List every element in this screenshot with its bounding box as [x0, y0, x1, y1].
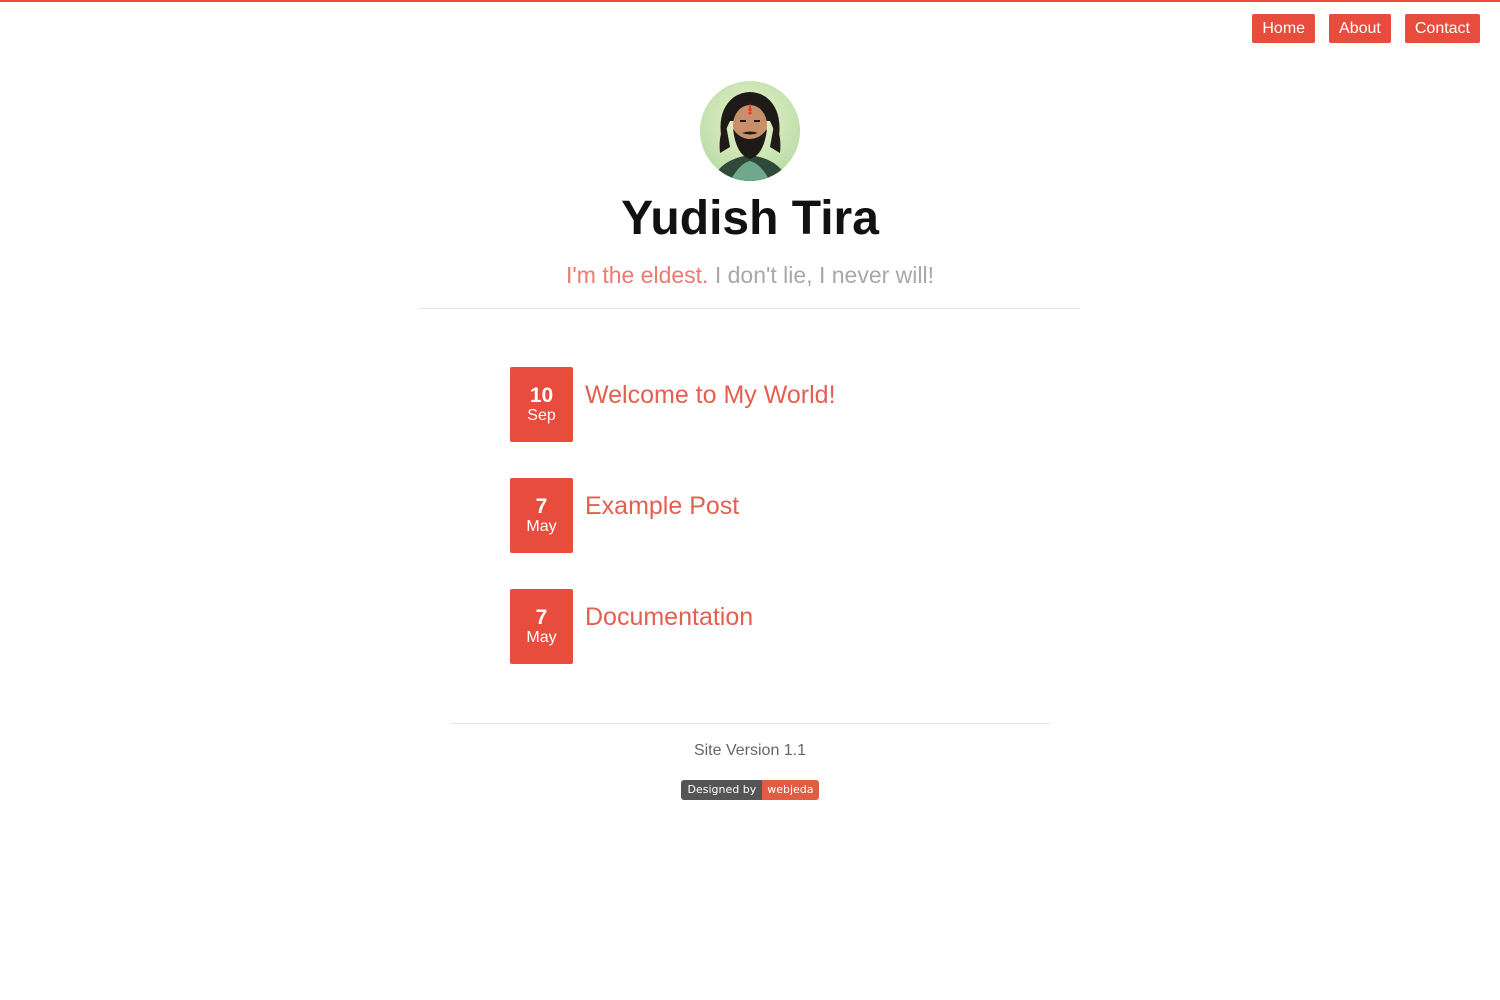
post-date-month: May	[526, 517, 557, 535]
tagline-accent: I'm the eldest.	[565, 262, 709, 288]
post-date-badge: 7 May	[510, 589, 573, 664]
header-divider	[420, 308, 1080, 309]
avatar-portrait-image	[700, 81, 800, 181]
post-date-month: Sep	[527, 406, 556, 424]
list-item: 7 May Documentation	[510, 589, 1010, 664]
nav-home-button[interactable]: Home	[1252, 14, 1316, 43]
site-version: Site Version 1.1	[693, 742, 807, 759]
post-title-link[interactable]: Documentation	[585, 603, 753, 632]
avatar	[700, 81, 800, 181]
badge-label: Designed by	[681, 780, 763, 800]
post-date-day: 7	[535, 605, 548, 629]
tagline: I'm the eldest. I don't lie, I never wil…	[0, 261, 1500, 289]
post-title-link[interactable]: Example Post	[585, 492, 739, 521]
list-item: 10 Sep Welcome to My World!	[510, 367, 1010, 442]
badge-value: webjeda	[762, 780, 819, 800]
post-date-badge: 10 Sep	[510, 367, 573, 442]
list-item: 7 May Example Post	[510, 478, 1010, 553]
top-nav: Home About Contact	[1252, 14, 1480, 43]
tagline-rest: I don't lie, I never will!	[714, 262, 934, 288]
post-date-day: 7	[535, 494, 548, 518]
post-date-badge: 7 May	[510, 478, 573, 553]
site-header: Yudish Tira I'm the eldest. I don't lie,…	[0, 81, 1500, 289]
nav-about-button[interactable]: About	[1329, 14, 1391, 43]
footer-divider	[450, 723, 1050, 724]
site-title: Yudish Tira	[621, 192, 879, 245]
site-footer: Site Version 1.1 Designed by webjeda	[0, 741, 1500, 800]
post-date-day: 10	[529, 383, 554, 407]
nav-contact-button[interactable]: Contact	[1404, 14, 1480, 43]
post-title-link[interactable]: Welcome to My World!	[585, 381, 836, 410]
top-accent-bar	[0, 0, 1500, 2]
designed-by-badge[interactable]: Designed by webjeda	[681, 780, 819, 800]
post-list: 10 Sep Welcome to My World! 7 May Exampl…	[510, 367, 1010, 700]
post-date-month: May	[526, 628, 557, 646]
